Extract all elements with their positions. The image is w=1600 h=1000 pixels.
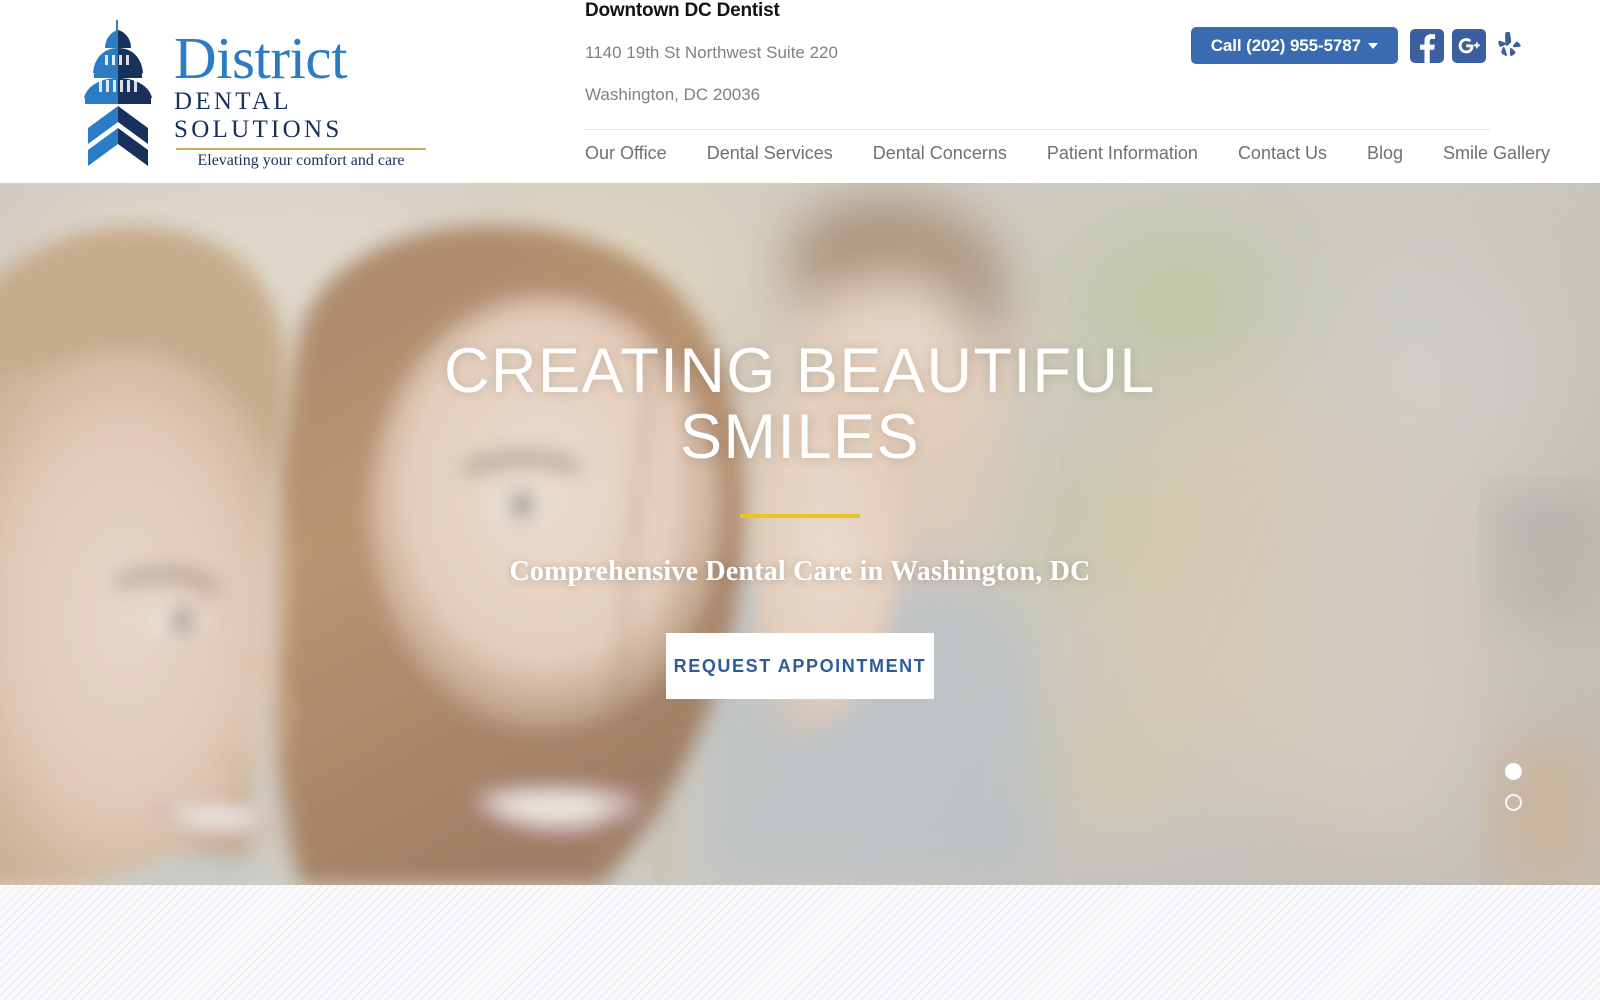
hero-subheadline: Comprehensive Dental Care in Washington,… — [509, 556, 1091, 587]
nav-item-dental-services[interactable]: Dental Services — [707, 143, 833, 164]
main-navigation: Our Office Dental Services Dental Concer… — [585, 143, 1550, 164]
call-phone-label: Call (202) 955-5787 — [1210, 35, 1361, 55]
logo-divider-rule — [176, 148, 426, 151]
practice-title: Downtown DC Dentist — [585, 0, 780, 21]
facebook-icon[interactable] — [1410, 28, 1444, 63]
call-phone-button[interactable]: Call (202) 955-5787 — [1190, 27, 1398, 64]
social-links — [1410, 28, 1528, 63]
hero-headline: CREATING BEAUTIFUL SMILES — [444, 336, 1156, 472]
hero-accent-divider — [740, 514, 860, 518]
address-line-1: 1140 19th St Northwest Suite 220 — [585, 43, 838, 62]
carousel-dot-1[interactable] — [1505, 763, 1522, 780]
nav-item-dental-concerns[interactable]: Dental Concerns — [873, 143, 1007, 164]
site-header: District DENTAL SOLUTIONS Elevating your… — [0, 0, 1600, 183]
capitol-dome-icon — [72, 18, 164, 166]
chevron-down-icon — [1368, 42, 1378, 49]
site-logo[interactable]: District DENTAL SOLUTIONS Elevating your… — [72, 18, 452, 169]
request-appointment-button[interactable]: REQUEST APPOINTMENT — [666, 633, 934, 699]
carousel-pagination — [1505, 763, 1522, 811]
nav-item-patient-information[interactable]: Patient Information — [1047, 143, 1198, 164]
yelp-icon[interactable] — [1494, 29, 1528, 63]
hero-content: CREATING BEAUTIFUL SMILES Comprehensive … — [0, 183, 1600, 885]
nav-divider — [585, 129, 1490, 130]
carousel-dot-2[interactable] — [1505, 794, 1522, 811]
striped-section — [0, 885, 1600, 1000]
logo-wordmark: District DENTAL SOLUTIONS Elevating your… — [174, 18, 450, 170]
logo-name-secondary: DENTAL SOLUTIONS — [174, 87, 343, 144]
nav-item-smile-gallery[interactable]: Smile Gallery — [1443, 143, 1550, 164]
address-line-2: Washington, DC 20036 — [585, 85, 761, 104]
logo-name-primary: District — [174, 25, 347, 91]
nav-item-blog[interactable]: Blog — [1367, 143, 1403, 164]
logo-tagline: Elevating your comfort and care — [197, 152, 405, 170]
nav-item-contact-us[interactable]: Contact Us — [1238, 143, 1327, 164]
practice-info: Downtown DC Dentist 1140 19th St Northwe… — [585, 0, 1105, 106]
nav-item-our-office[interactable]: Our Office — [585, 143, 667, 164]
google-plus-icon[interactable] — [1452, 28, 1486, 63]
header-actions: Call (202) 955-5787 — [1190, 27, 1528, 64]
hero-carousel: CREATING BEAUTIFUL SMILES Comprehensive … — [0, 183, 1600, 885]
